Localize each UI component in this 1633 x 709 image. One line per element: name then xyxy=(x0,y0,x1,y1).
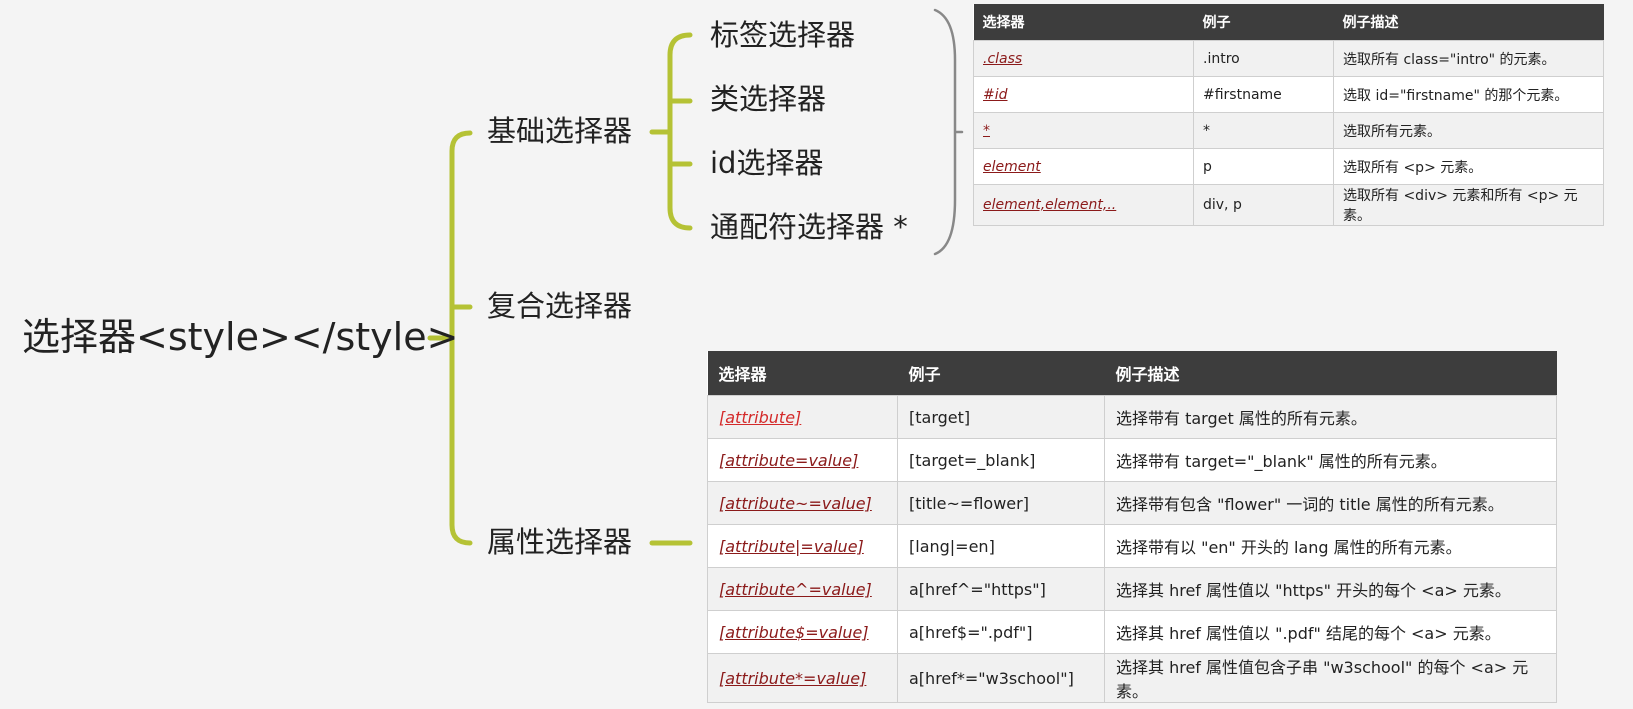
table-row: element p 选取所有 <p> 元素。 xyxy=(973,148,1604,185)
table-row: [attribute=value] [target=_blank] 选择带有 t… xyxy=(707,438,1557,482)
description-cell: 选择其 href 属性值以 "https" 开头的每个 <a> 元素。 xyxy=(1104,567,1557,611)
example-cell: a[href*="w3school"] xyxy=(897,653,1105,703)
table-row: [attribute|=value] [lang|=en] 选择带有以 "en"… xyxy=(707,524,1557,568)
example-cell: [target] xyxy=(897,395,1105,439)
description-cell: 选取所有 <div> 元素和所有 <p> 元素。 xyxy=(1333,184,1604,226)
leaf-universal-selector: 通配符选择器 * xyxy=(710,210,908,244)
branch-compound-selectors: 复合选择器 xyxy=(487,289,633,323)
basic-selector-table: 选择器 例子 例子描述 .class .intro 选取所有 class="in… xyxy=(973,4,1604,226)
header-description: 例子描述 xyxy=(1333,4,1604,41)
description-cell: 选取 id="firstname" 的那个元素。 xyxy=(1333,76,1604,113)
attribute-selector-table: 选择器 例子 例子描述 [attribute] [target] 选择带有 ta… xyxy=(707,351,1557,703)
header-selector: 选择器 xyxy=(707,351,898,396)
description-cell: 选择其 href 属性值包含子串 "w3school" 的每个 <a> 元素。 xyxy=(1104,653,1557,703)
mindmap-root: 选择器<style></style> xyxy=(22,315,459,359)
branch-basic-selectors: 基础选择器 xyxy=(487,114,633,148)
table-row: * * 选取所有元素。 xyxy=(973,112,1604,149)
description-cell: 选择带有以 "en" 开头的 lang 属性的所有元素。 xyxy=(1104,524,1557,568)
table-row: [attribute*=value] a[href*="w3school"] 选… xyxy=(707,653,1557,703)
selector-link[interactable]: [attribute$=value] xyxy=(719,623,869,642)
description-cell: 选取所有 class="intro" 的元素。 xyxy=(1333,40,1604,77)
table-row: #id #firstname 选取 id="firstname" 的那个元素。 xyxy=(973,76,1604,113)
example-cell: div, p xyxy=(1193,184,1334,226)
header-description: 例子描述 xyxy=(1104,351,1557,396)
leaf-tag-selector: 标签选择器 xyxy=(710,18,856,52)
example-cell: a[href^="https"] xyxy=(897,567,1105,611)
header-example: 例子 xyxy=(1193,4,1334,41)
example-cell: p xyxy=(1193,148,1334,185)
selector-link[interactable]: [attribute^=value] xyxy=(719,580,872,599)
selector-link[interactable]: [attribute=value] xyxy=(719,451,858,470)
example-cell: [lang|=en] xyxy=(897,524,1105,568)
table-row: [attribute~=value] [title~=flower] 选择带有包… xyxy=(707,481,1557,525)
selector-link[interactable]: * xyxy=(983,123,990,139)
leaf-id-selector: id选择器 xyxy=(710,146,824,180)
table-row: [attribute] [target] 选择带有 target 属性的所有元素… xyxy=(707,395,1557,439)
branch-attribute-selectors: 属性选择器 xyxy=(487,525,633,559)
selector-link[interactable]: [attribute] xyxy=(719,408,801,427)
description-cell: 选取所有 <p> 元素。 xyxy=(1333,148,1604,185)
example-cell: [target=_blank] xyxy=(897,438,1105,482)
description-cell: 选取所有元素。 xyxy=(1333,112,1604,149)
example-cell: #firstname xyxy=(1193,76,1334,113)
example-cell: [title~=flower] xyxy=(897,481,1105,525)
selector-link[interactable]: [attribute*=value] xyxy=(719,669,866,688)
example-cell: a[href$=".pdf"] xyxy=(897,610,1105,654)
example-cell: .intro xyxy=(1193,40,1334,77)
example-cell: * xyxy=(1193,112,1334,149)
description-cell: 选择带有 target="_blank" 属性的所有元素。 xyxy=(1104,438,1557,482)
header-example: 例子 xyxy=(897,351,1105,396)
selector-link[interactable]: element xyxy=(983,159,1041,175)
description-cell: 选择其 href 属性值以 ".pdf" 结尾的每个 <a> 元素。 xyxy=(1104,610,1557,654)
table-row: [attribute$=value] a[href$=".pdf"] 选择其 h… xyxy=(707,610,1557,654)
selector-link[interactable]: .class xyxy=(983,51,1022,67)
selector-link[interactable]: [attribute~=value] xyxy=(719,494,872,513)
level2-bracket xyxy=(667,32,693,231)
selector-link[interactable]: element,element,.. xyxy=(983,197,1116,213)
leaf-class-selector: 类选择器 xyxy=(710,82,827,116)
header-selector: 选择器 xyxy=(973,4,1194,41)
table-row: element,element,.. div, p 选取所有 <div> 元素和… xyxy=(973,184,1604,226)
selector-link[interactable]: [attribute|=value] xyxy=(719,537,864,556)
table-row: .class .intro 选取所有 class="intro" 的元素。 xyxy=(973,40,1604,77)
description-cell: 选择带有 target 属性的所有元素。 xyxy=(1104,395,1557,439)
table-bracket xyxy=(933,8,964,256)
table-row: [attribute^=value] a[href^="https"] 选择其 … xyxy=(707,567,1557,611)
description-cell: 选择带有包含 "flower" 一词的 title 属性的所有元素。 xyxy=(1104,481,1557,525)
selector-link[interactable]: #id xyxy=(983,87,1008,103)
